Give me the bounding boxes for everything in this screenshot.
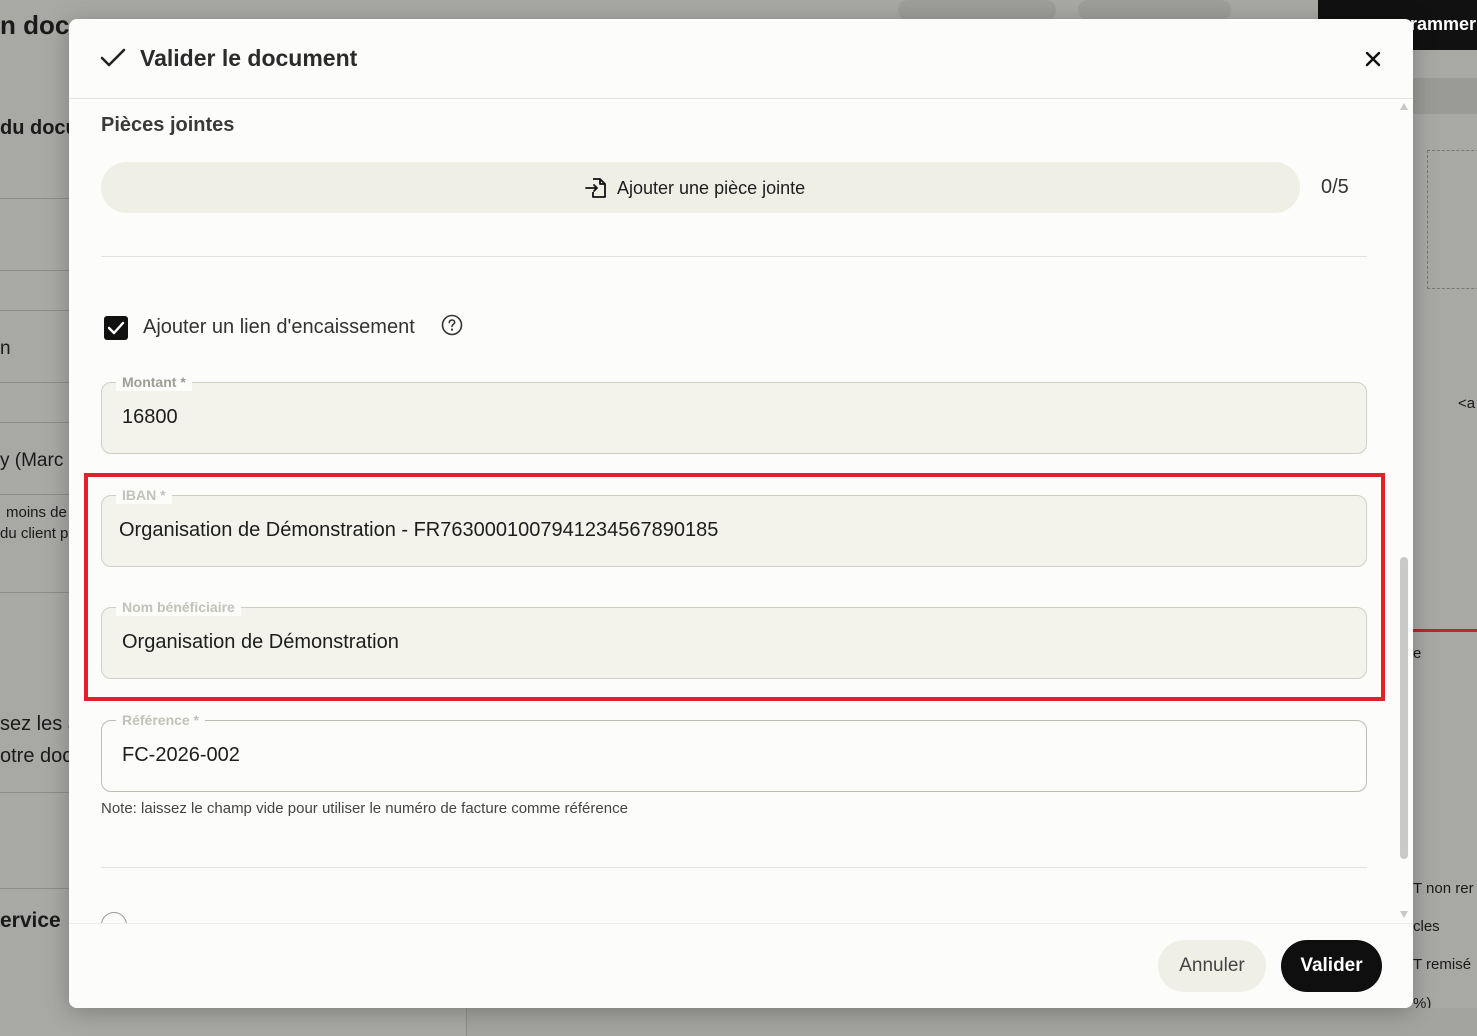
bg-program-label: rammer bbox=[1410, 14, 1477, 34]
bg-divider bbox=[0, 270, 70, 271]
bg-bottom-bar bbox=[466, 1008, 1477, 1036]
section-divider bbox=[101, 867, 1367, 868]
attachments-section-title: Pièces jointes bbox=[101, 114, 235, 136]
bg-text-n: n bbox=[0, 338, 11, 359]
beneficiary-field-label: Nom bénéficiaire bbox=[116, 598, 241, 616]
bg-text-a: <a bbox=[1458, 395, 1476, 412]
add-attachment-content: Ajouter une pièce jointe bbox=[585, 176, 805, 200]
validate-button[interactable]: Valider bbox=[1281, 940, 1382, 992]
file-import-icon bbox=[585, 178, 606, 198]
dialog-footer: Annuler Valider bbox=[69, 923, 1413, 1008]
bg-divider bbox=[0, 422, 70, 423]
bg-header-button bbox=[898, 0, 1056, 20]
reference-note: Note: laissez le champ vide pour utilise… bbox=[101, 800, 628, 817]
bg-divider bbox=[0, 792, 70, 793]
payment-link-label[interactable]: Ajouter un lien d'encaissement bbox=[143, 316, 415, 339]
cancel-button[interactable]: Annuler bbox=[1158, 940, 1266, 992]
bg-dropzone bbox=[1427, 150, 1477, 289]
background-left-panel: n doc du docu n y (Marc moins de du clie… bbox=[0, 0, 79, 1036]
bg-header-button bbox=[1078, 0, 1231, 20]
reference-field-label: Référence * bbox=[116, 711, 206, 729]
scroll-down-arrow[interactable] bbox=[1400, 911, 1408, 918]
amount-input[interactable] bbox=[122, 406, 1342, 429]
dialog-header: Valider le document bbox=[69, 19, 1413, 99]
check-icon bbox=[100, 48, 126, 67]
add-attachment-button[interactable]: Ajouter une pièce jointe bbox=[101, 162, 1300, 213]
bg-text-service: ervice bbox=[0, 909, 61, 932]
bg-text-moins: moins de bbox=[6, 504, 67, 521]
bg-text-remise: T remisé bbox=[1413, 956, 1472, 973]
reference-input[interactable] bbox=[122, 744, 1342, 767]
payment-link-checkbox[interactable] bbox=[104, 316, 128, 340]
amount-field-label: Montant * bbox=[116, 373, 192, 391]
bg-divider bbox=[0, 494, 70, 495]
bg-text-marc: y (Marc bbox=[0, 450, 64, 471]
attachment-count: 0/5 bbox=[1321, 176, 1349, 198]
add-attachment-label: Ajouter une pièce jointe bbox=[617, 177, 806, 198]
bg-red-line bbox=[1413, 629, 1477, 632]
bg-text-otre: otre doc bbox=[0, 745, 73, 767]
bg-divider bbox=[0, 198, 70, 199]
scroll-up-arrow[interactable] bbox=[1400, 103, 1408, 110]
iban-select[interactable] bbox=[119, 519, 1339, 542]
bg-divider bbox=[0, 310, 70, 311]
reference-field[interactable]: Référence * bbox=[101, 711, 1367, 792]
bg-text-nonrem: T non rer bbox=[1413, 880, 1474, 897]
bg-heading-fragment: du docu bbox=[0, 117, 78, 139]
bg-divider bbox=[0, 382, 70, 383]
bg-divider bbox=[0, 888, 70, 889]
help-icon[interactable] bbox=[441, 314, 463, 336]
checkmark-icon bbox=[107, 321, 125, 335]
bg-title-fragment: n doc bbox=[0, 10, 70, 40]
amount-field[interactable]: Montant * bbox=[101, 373, 1367, 454]
bg-divider bbox=[0, 592, 70, 593]
bg-header-strip bbox=[1413, 78, 1477, 114]
dialog-title: Valider le document bbox=[140, 45, 358, 71]
bg-text-client: du client p bbox=[0, 525, 69, 542]
scrollbar-thumb[interactable] bbox=[1400, 557, 1408, 859]
validate-document-dialog: Valider le document Pièces jointes Ajout… bbox=[69, 19, 1413, 1008]
bg-text-sez: sez les a bbox=[0, 713, 79, 735]
bg-text-e: e bbox=[1413, 645, 1422, 662]
iban-field-label: IBAN * bbox=[116, 486, 172, 504]
section-divider bbox=[101, 256, 1367, 257]
beneficiary-input[interactable] bbox=[122, 631, 1342, 654]
iban-field[interactable]: IBAN * bbox=[101, 486, 1367, 567]
close-icon[interactable] bbox=[1359, 45, 1387, 73]
beneficiary-field[interactable]: Nom bénéficiaire bbox=[101, 598, 1367, 679]
bg-text-cles: cles bbox=[1413, 918, 1440, 935]
